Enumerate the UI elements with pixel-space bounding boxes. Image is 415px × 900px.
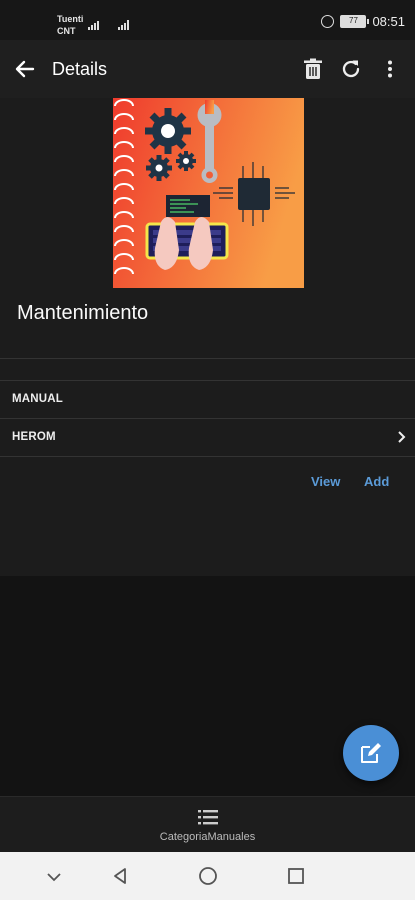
divider <box>0 358 415 359</box>
edit-fab-button[interactable] <box>343 725 399 781</box>
row-manual: MANUAL <box>0 380 415 418</box>
carrier-label: Tuenti CNT <box>57 13 83 37</box>
add-button[interactable]: Add <box>364 474 389 489</box>
app-bar: Details <box>0 40 415 98</box>
refresh-icon[interactable] <box>338 56 364 82</box>
battery-icon: 77 <box>340 15 370 28</box>
row-label-herom: HEROM <box>12 431 56 443</box>
chevron-right-icon <box>397 430 407 444</box>
home-circle-icon[interactable] <box>198 866 218 886</box>
back-triangle-icon[interactable] <box>110 866 130 886</box>
details-content: Mantenimiento MANUAL HEROM View Add <box>0 98 415 576</box>
category-image <box>113 98 304 288</box>
row-label-manual: MANUAL <box>12 393 64 405</box>
divider <box>0 456 415 457</box>
clock: 08:51 <box>372 14 405 29</box>
system-navigation-bar <box>0 852 415 900</box>
edit-icon <box>361 743 381 763</box>
item-name: Mantenimiento <box>17 302 149 324</box>
list-icon[interactable] <box>198 809 218 825</box>
signal-icon-2 <box>118 18 129 30</box>
carrier-name-2: CNT <box>57 26 76 36</box>
back-arrow-icon[interactable] <box>12 56 38 82</box>
bottom-navigation: CategoriaManuales <box>0 796 415 852</box>
status-bar: Tuenti CNT 77 08:51 <box>0 0 415 40</box>
page-title: Details <box>52 59 108 79</box>
status-right: 77 08:51 <box>321 14 405 29</box>
view-button[interactable]: View <box>311 474 340 489</box>
alarm-icon <box>321 15 335 28</box>
signal-icon <box>88 18 99 30</box>
more-vert-icon[interactable] <box>377 56 403 82</box>
row-herom[interactable]: HEROM <box>0 418 415 456</box>
carrier-name: Tuenti <box>57 14 84 24</box>
trash-icon[interactable] <box>300 56 326 82</box>
nav-label-categorias[interactable]: CategoriaManuales <box>0 831 415 843</box>
recents-square-icon[interactable] <box>286 866 306 886</box>
chevron-down-icon[interactable] <box>44 866 64 886</box>
